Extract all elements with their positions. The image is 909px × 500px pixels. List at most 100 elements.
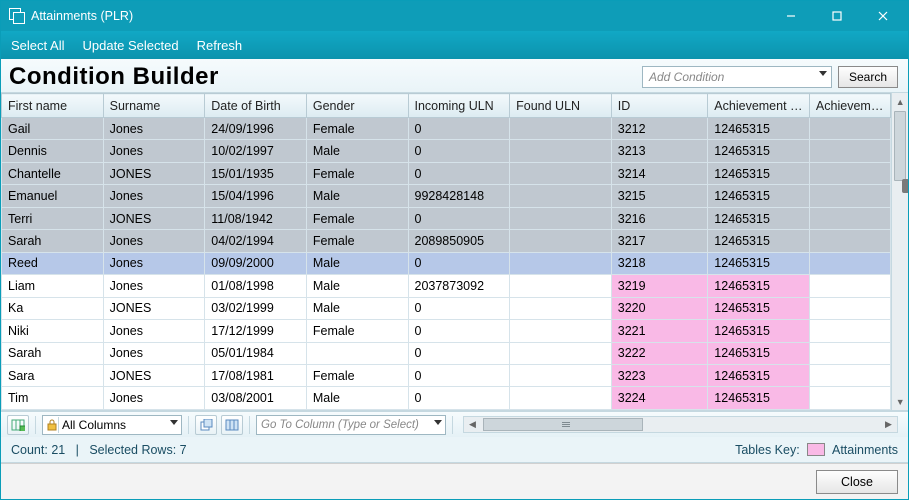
menu-select-all[interactable]: Select All [11,38,64,53]
table-row[interactable]: SaraJONES17/08/1981Female0322312465315 [2,364,891,386]
cell-achievement[interactable] [809,230,890,252]
cell-first-name[interactable]: Sarah [2,230,104,252]
cell-incoming-uln[interactable]: 0 [408,252,510,274]
scroll-down-icon[interactable]: ▼ [892,393,908,410]
search-button[interactable]: Search [838,66,898,88]
table-row[interactable]: SarahJones04/02/1994Female20898509053217… [2,230,891,252]
vertical-thumb[interactable] [894,111,906,181]
cell-first-name[interactable]: Chantelle [2,162,104,184]
cell-found-uln[interactable] [510,230,612,252]
cell-gender[interactable]: Female [306,118,408,140]
cell-dob[interactable]: 03/08/2001 [205,387,307,410]
table-row[interactable]: EmanuelJones15/04/1996Male99284281483215… [2,185,891,207]
cell-surname[interactable]: Jones [103,252,205,274]
cell-first-name[interactable]: Reed [2,252,104,274]
cell-achievement-pr[interactable]: 12465315 [708,275,810,297]
horizontal-scrollbar[interactable]: ◀ ▶ [463,416,898,433]
cell-achievement-pr[interactable]: 12465315 [708,140,810,162]
cell-id[interactable]: 3221 [611,320,708,342]
cell-first-name[interactable]: Dennis [2,140,104,162]
cell-dob[interactable]: 15/04/1996 [205,185,307,207]
cell-id[interactable]: 3219 [611,275,708,297]
cell-achievement-pr[interactable]: 12465315 [708,320,810,342]
cell-achievement[interactable] [809,387,890,410]
cell-surname[interactable]: Jones [103,185,205,207]
cell-incoming-uln[interactable]: 0 [408,297,510,319]
cell-first-name[interactable]: Emanuel [2,185,104,207]
cell-dob[interactable]: 04/02/1994 [205,230,307,252]
cell-found-uln[interactable] [510,118,612,140]
cell-surname[interactable]: Jones [103,230,205,252]
col-id[interactable]: ID [611,94,708,118]
expand-columns-button[interactable] [7,415,29,435]
cell-id[interactable]: 3213 [611,140,708,162]
cell-id[interactable]: 3224 [611,387,708,410]
cell-achievement-pr[interactable]: 12465315 [708,230,810,252]
cell-id[interactable]: 3222 [611,342,708,364]
cell-gender[interactable]: Male [306,297,408,319]
cell-achievement-pr[interactable]: 12465315 [708,297,810,319]
cell-id[interactable]: 3214 [611,162,708,184]
col-incoming-uln[interactable]: Incoming ULN [408,94,510,118]
cell-dob[interactable]: 24/09/1996 [205,118,307,140]
cell-incoming-uln[interactable]: 2037873092 [408,275,510,297]
cell-achievement-pr[interactable]: 12465315 [708,342,810,364]
table-row[interactable]: ChantelleJONES15/01/1935Female0321412465… [2,162,891,184]
cell-achievement[interactable] [809,207,890,229]
cell-achievement[interactable] [809,297,890,319]
table-row[interactable]: DennisJones10/02/1997Male0321312465315 [2,140,891,162]
cell-dob[interactable]: 05/01/1984 [205,342,307,364]
cell-surname[interactable]: JONES [103,207,205,229]
cell-incoming-uln[interactable]: 0 [408,320,510,342]
col-first-name[interactable]: First name [2,94,104,118]
cell-incoming-uln[interactable]: 0 [408,140,510,162]
col-achievement-pr[interactable]: Achievement Pr... [708,94,810,118]
table-row[interactable]: TimJones03/08/2001Male0322412465315 [2,387,891,410]
scroll-right-icon[interactable]: ▶ [880,419,897,430]
cell-dob[interactable]: 17/08/1981 [205,364,307,386]
minimize-button[interactable] [768,1,814,31]
cell-achievement[interactable] [809,364,890,386]
copy-button[interactable] [195,415,217,435]
cell-achievement[interactable] [809,252,890,274]
scroll-marker[interactable] [902,179,908,193]
cell-dob[interactable]: 10/02/1997 [205,140,307,162]
table-row[interactable]: NikiJones17/12/1999Female0322112465315 [2,320,891,342]
cell-first-name[interactable]: Tim [2,387,104,410]
cell-surname[interactable]: Jones [103,118,205,140]
cell-first-name[interactable]: Ka [2,297,104,319]
maximize-button[interactable] [814,1,860,31]
cell-surname[interactable]: Jones [103,342,205,364]
cell-surname[interactable]: JONES [103,297,205,319]
cell-surname[interactable]: JONES [103,364,205,386]
cell-incoming-uln[interactable]: 0 [408,162,510,184]
cell-found-uln[interactable] [510,140,612,162]
cell-dob[interactable]: 03/02/1999 [205,297,307,319]
columns-button[interactable] [221,415,243,435]
cell-surname[interactable]: Jones [103,320,205,342]
menu-update-selected[interactable]: Update Selected [82,38,178,53]
cell-achievement[interactable] [809,320,890,342]
col-dob[interactable]: Date of Birth [205,94,307,118]
cell-gender[interactable]: Female [306,320,408,342]
cell-achievement-pr[interactable]: 12465315 [708,364,810,386]
results-grid[interactable]: First name Surname Date of Birth Gender … [1,93,891,410]
cell-surname[interactable]: JONES [103,162,205,184]
cell-id[interactable]: 3212 [611,118,708,140]
menu-refresh[interactable]: Refresh [197,38,243,53]
horizontal-thumb[interactable] [483,418,643,431]
cell-achievement[interactable] [809,185,890,207]
cell-id[interactable]: 3217 [611,230,708,252]
cell-incoming-uln[interactable]: 0 [408,118,510,140]
cell-dob[interactable]: 11/08/1942 [205,207,307,229]
scroll-up-icon[interactable]: ▲ [892,93,908,110]
cell-first-name[interactable]: Sarah [2,342,104,364]
cell-found-uln[interactable] [510,297,612,319]
cell-found-uln[interactable] [510,252,612,274]
cell-found-uln[interactable] [510,207,612,229]
cell-found-uln[interactable] [510,275,612,297]
cell-found-uln[interactable] [510,320,612,342]
cell-first-name[interactable]: Sara [2,364,104,386]
cell-id[interactable]: 3218 [611,252,708,274]
cell-achievement-pr[interactable]: 12465315 [708,162,810,184]
